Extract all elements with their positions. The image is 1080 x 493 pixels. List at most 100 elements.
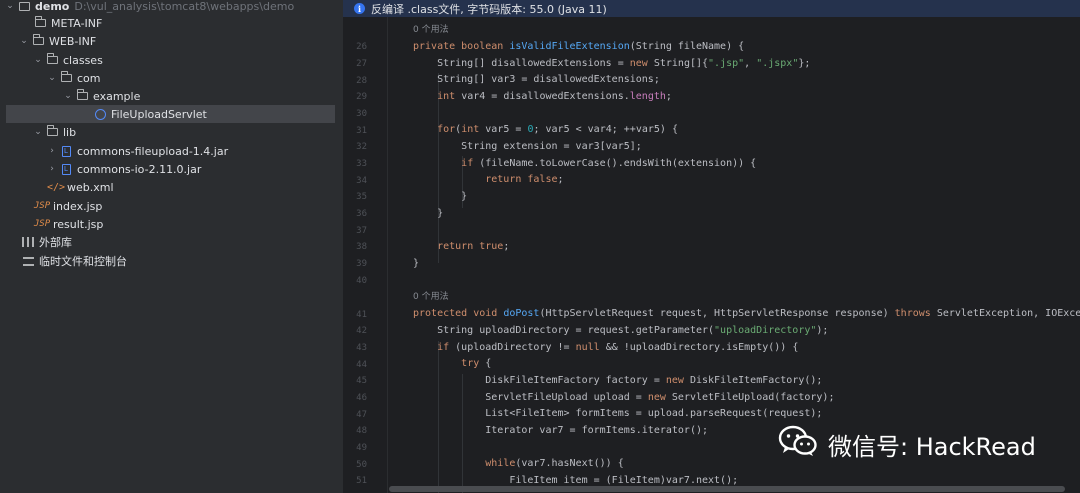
scratches-icon	[20, 254, 36, 268]
tree-item-lib[interactable]: ⌄ lib	[0, 123, 343, 141]
code-line-45: DiskFileItemFactory factory = new DiskFi…	[413, 375, 823, 386]
tree-item-label: com	[77, 71, 101, 85]
tree-item-label: result.jsp	[53, 217, 104, 231]
line-number: 40	[356, 276, 367, 286]
line-number-gutter: 26 27 28 29 30 31 32 33 34 35 36 37 38 3…	[343, 17, 387, 493]
chevron-right-icon[interactable]: ›	[46, 146, 58, 156]
project-tree: ⌄ demo D:\vul_analysis\tomcat8\webapps\d…	[0, 0, 343, 493]
line-number: 42	[356, 326, 367, 336]
tree-item-example[interactable]: ⌄ example	[0, 87, 343, 105]
tree-item-label: WEB-INF	[49, 34, 97, 48]
tree-item-commons-io[interactable]: › L commons-io-2.11.0.jar	[0, 160, 343, 178]
jar-icon: L	[58, 144, 74, 158]
line-number: 45	[356, 376, 367, 386]
tree-item-commons-fileupload[interactable]: › L commons-fileupload-1.4.jar	[0, 142, 343, 160]
tree-item-label: classes	[63, 53, 103, 67]
code-line-41: protected void doPost(HttpServletRequest…	[413, 308, 1080, 319]
code-line-44: try {	[461, 358, 492, 369]
line-number: 47	[356, 410, 367, 420]
wechat-watermark: 微信号: HackRead	[778, 424, 1036, 464]
line-number: 33	[356, 159, 367, 169]
line-number: 46	[356, 393, 367, 403]
tree-item-label: index.jsp	[53, 199, 103, 213]
line-number: 34	[356, 176, 367, 186]
tree-item-label: 外部库	[39, 236, 72, 249]
chevron-right-icon[interactable]: ›	[46, 164, 58, 174]
tree-item-meta-inf[interactable]: META-INF	[0, 14, 343, 32]
code-line-38: return true;	[437, 241, 510, 252]
horizontal-scrollbar[interactable]	[389, 486, 1065, 492]
code-line-27: String[] disallowedExtensions = new Stri…	[413, 58, 811, 69]
tree-item-external-libraries[interactable]: 外部库	[0, 233, 343, 251]
line-number: 39	[356, 259, 367, 269]
line-number: 28	[356, 76, 367, 86]
code-line-34: return false;	[485, 174, 564, 185]
chevron-down-icon[interactable]: ⌄	[18, 36, 30, 46]
line-number: 26	[356, 42, 367, 52]
code-line-35: }	[413, 191, 468, 202]
tree-item-label: META-INF	[51, 16, 103, 30]
wechat-icon	[778, 424, 818, 464]
chevron-down-icon[interactable]: ⌄	[46, 73, 58, 83]
line-number: 29	[356, 92, 367, 102]
folder-icon	[30, 34, 46, 48]
chevron-down-icon[interactable]: ⌄	[32, 55, 44, 65]
code-editor[interactable]: i 反编译 .class文件, 字节码版本: 55.0 (Java 11) 26…	[343, 0, 1080, 493]
tree-item-scratches[interactable]: 临时文件和控制台	[0, 252, 343, 270]
line-number: 36	[356, 209, 367, 219]
tree-item-result-jsp[interactable]: JSP result.jsp	[0, 215, 343, 233]
decompiled-banner: i 反编译 .class文件, 字节码版本: 55.0 (Java 11)	[343, 0, 1080, 17]
code-line-39: }	[413, 258, 420, 269]
folder-icon	[74, 89, 90, 103]
line-number: 32	[356, 142, 367, 152]
line-number: 43	[356, 343, 367, 353]
folder-icon	[32, 16, 48, 30]
line-number: 50	[356, 460, 367, 470]
code-line-26: private boolean isValidFileExtension(Str…	[413, 41, 745, 52]
usage-hint[interactable]: 0 个用法	[413, 289, 449, 306]
tree-item-label: web.xml	[67, 180, 114, 194]
line-number: 35	[356, 192, 367, 202]
jsp-file-icon: JSP	[33, 219, 51, 229]
tree-root-demo[interactable]: ⌄ demo D:\vul_analysis\tomcat8\webapps\d…	[0, 0, 343, 15]
tree-item-label: FileUploadServlet	[111, 107, 207, 121]
folder-icon	[44, 125, 60, 139]
tree-item-web-xml[interactable]: </> web.xml	[0, 178, 343, 196]
library-icon	[20, 235, 36, 249]
tree-item-label: commons-fileupload-1.4.jar	[77, 144, 229, 158]
line-number: 37	[356, 226, 367, 236]
tree-item-classes[interactable]: ⌄ classes	[0, 51, 343, 69]
code-line-47: List<FileItem> formItems = upload.parseR…	[413, 408, 823, 419]
chevron-down-icon[interactable]: ⌄	[62, 91, 74, 101]
line-number: 30	[356, 109, 367, 119]
code-line-42: String uploadDirectory = request.getPara…	[413, 325, 829, 336]
code-line-29: int var4 = disallowedExtensions.length;	[437, 91, 672, 102]
watermark-text: 微信号: HackRead	[828, 432, 1036, 461]
line-number: 27	[356, 59, 367, 69]
chevron-down-icon[interactable]: ⌄	[4, 1, 16, 11]
folder-icon	[44, 53, 60, 67]
tree-root-path: D:\vul_analysis\tomcat8\webapps\demo	[74, 0, 295, 13]
tree-item-label: lib	[63, 125, 77, 139]
code-line-31: for(int var5 = 0; var5 < var4; ++var5) {	[437, 124, 678, 135]
line-number: 38	[356, 242, 367, 252]
code-line-43: if (uploadDirectory != null && !uploadDi…	[437, 342, 799, 353]
tree-item-index-jsp[interactable]: JSP index.jsp	[0, 197, 343, 215]
jar-icon: L	[58, 162, 74, 176]
tree-item-web-inf[interactable]: ⌄ WEB-INF	[0, 32, 343, 50]
code-line-48: Iterator var7 = formItems.iterator();	[413, 425, 709, 436]
line-number: 31	[356, 126, 367, 136]
chevron-down-icon[interactable]: ⌄	[32, 127, 44, 137]
line-number: 51	[356, 476, 367, 486]
tree-item-com[interactable]: ⌄ com	[0, 69, 343, 87]
xml-file-icon: </>	[46, 181, 66, 193]
line-number: 49	[356, 443, 367, 453]
line-number: 41	[356, 310, 367, 320]
code-line-36: }	[413, 208, 444, 219]
code-line-28: String[] var3 = disallowedExtensions;	[413, 74, 660, 85]
folder-icon	[58, 71, 74, 85]
info-icon: i	[354, 3, 365, 14]
tree-item-fileuploadservlet[interactable]: FileUploadServlet	[6, 105, 335, 123]
usage-hint[interactable]: 0 个用法	[413, 22, 449, 39]
code-line-50: while(var7.hasNext()) {	[485, 458, 624, 469]
